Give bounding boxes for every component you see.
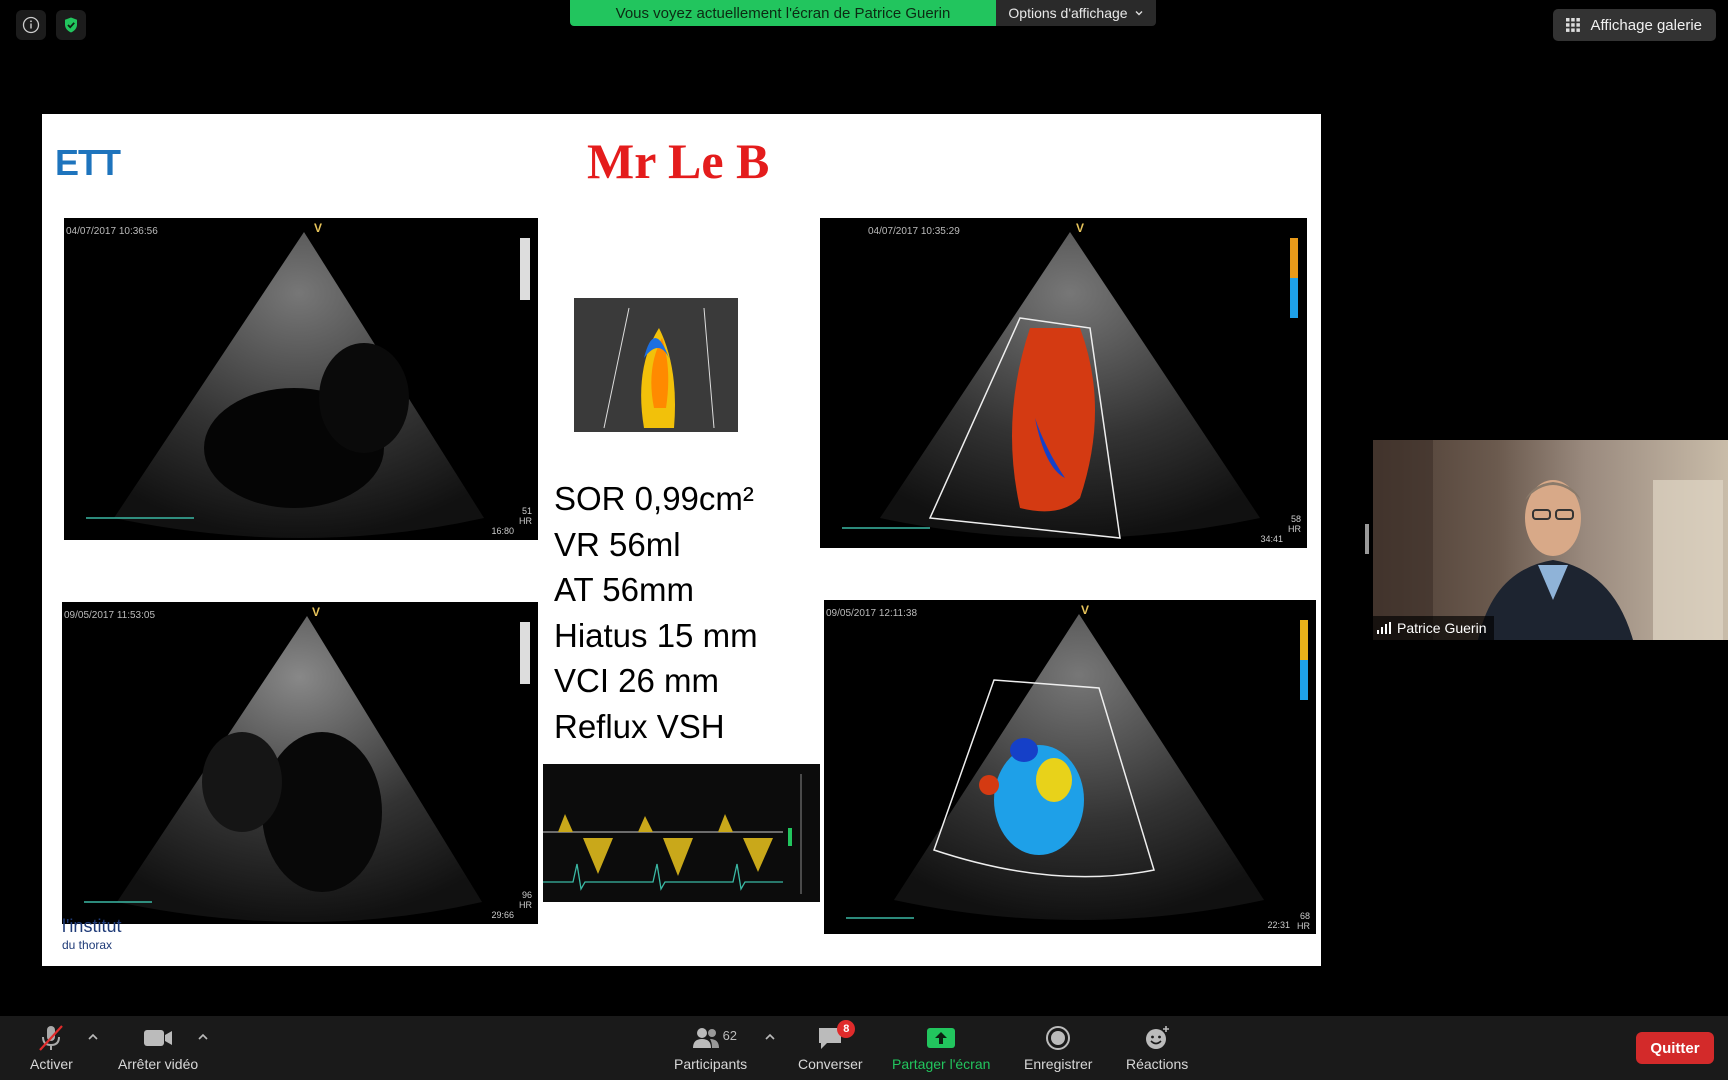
echo-scale-marker: V [1081,603,1090,617]
gallery-view-button[interactable]: Affichage galerie [1552,9,1716,41]
measurement-reflux: Reflux VSH [554,707,725,745]
chat-label: Converser [798,1056,863,1072]
participant-video-tile[interactable]: Patrice Guerin [1373,440,1728,640]
mute-options-caret-icon[interactable] [86,1030,100,1044]
meeting-toolbar: Activer Arrêter vidéo 62 Participants 8 … [0,1016,1728,1080]
stop-video-label: Arrêter vidéo [118,1056,199,1072]
video-camera-icon [144,1030,173,1046]
share-screen-button[interactable]: Partager l'écran [892,1024,990,1072]
gallery-view-label: Affichage galerie [1590,16,1702,34]
echo-image-top-left: 04/07/2017 10:36:56 V 51 HR 16:80 [64,218,538,540]
measurement-vr: VR 56ml [554,525,681,563]
info-icon[interactable] [16,10,46,40]
measurement-hiatus: Hiatus 15 mm [554,616,758,654]
signal-strength-icon [1377,622,1391,634]
institute-logo-line1: l'institut [62,916,122,936]
shield-check-icon[interactable] [56,10,86,40]
share-screen-label: Partager l'écran [892,1056,991,1072]
echo-scale-marker: V [312,605,321,619]
share-banner-text: Vous voyez actuellement l'écran de Patri… [570,0,996,26]
quit-button[interactable]: Quitter [1636,1032,1714,1064]
share-screen-icon [927,1028,956,1048]
slide-logo: ETT [55,142,121,183]
record-button[interactable]: Enregistrer [1024,1024,1092,1072]
echo-color-doppler-small [574,298,738,432]
institute-logo: l'institut du thorax [62,916,122,954]
chevron-down-icon [1135,11,1143,16]
panel-resize-handle[interactable] [1365,524,1369,554]
chat-button[interactable]: 8 Converser [798,1020,863,1072]
participant-name-tag: Patrice Guerin [1373,616,1495,640]
echo-timestamp: 09/05/2017 11:53:05 [64,610,156,621]
video-options-caret-icon[interactable] [196,1030,210,1044]
echo-scale-marker: V [1076,221,1085,235]
echo-timestamp: 09/05/2017 12:11:38 [826,608,918,619]
participants-count: 62 [722,1028,738,1043]
reactions-label: Réactions [1126,1056,1189,1072]
echo-heart-rate: 58 HR [1288,514,1301,534]
echo-image-bottom-left: 09/05/2017 11:53:05 V 96 HR 29:66 [62,602,538,924]
participants-options-caret-icon[interactable] [763,1030,777,1044]
participants-button[interactable]: 62 Participants [674,1024,747,1072]
top-left-icons [16,10,86,40]
measurement-sor: SOR 0,99cm² [554,480,754,517]
share-banner: Vous voyez actuellement l'écran de Patri… [570,0,1156,26]
participant-name: Patrice Guerin [1397,620,1487,636]
view-options-label: Options d'affichage [1008,5,1128,21]
echo-timestamp: 04/07/2017 10:36:56 [66,226,158,237]
slide-title: Mr Le B [587,133,770,189]
view-options-button[interactable]: Options d'affichage [996,0,1156,26]
echo-clip-time: 22:31 [1267,920,1290,930]
reactions-button[interactable]: Réactions [1126,1024,1188,1072]
smiley-icon [1146,1026,1170,1049]
measurement-at: AT 56mm [554,571,694,608]
echo-scale-marker: V [314,221,323,235]
echo-heart-rate: 96 HR [519,890,532,910]
participants-icon [692,1028,719,1048]
measurement-vci: VCI 26 mm [554,662,720,699]
institute-logo-line2: du thorax [62,938,113,952]
echo-clip-time: 16:80 [491,526,514,536]
participant-video [1373,440,1723,640]
mute-button[interactable]: Activer [30,1024,73,1072]
echo-heart-rate: 68 HR [1297,911,1310,931]
echo-image-top-right: 04/07/2017 10:35:29 V 58 HR 34:41 [820,218,1307,548]
shared-slide: ETT Mr Le B 04/07/2017 10:36:56 V 51 HR … [42,114,1321,966]
record-label: Enregistrer [1024,1056,1093,1072]
echo-clip-time: 34:41 [1260,534,1283,544]
grid-icon [1565,18,1580,32]
echo-timestamp: 04/07/2017 10:35:29 [868,226,960,237]
doppler-trace [543,764,820,902]
measurement-list: SOR 0,99cm² VR 56ml AT 56mm Hiatus 15 mm… [554,476,758,749]
chat-unread-badge: 8 [837,1020,856,1038]
microphone-muted-icon [39,1025,64,1051]
echo-image-bottom-right: 09/05/2017 12:11:38 V 68 HR 22:31 [824,600,1316,934]
stop-video-button[interactable]: Arrêter vidéo [118,1024,198,1072]
echo-heart-rate: 51 HR [519,506,532,526]
mute-label: Activer [30,1056,73,1072]
echo-clip-time: 29:66 [491,910,514,920]
participants-label: Participants [674,1056,748,1072]
record-icon [1046,1026,1071,1050]
